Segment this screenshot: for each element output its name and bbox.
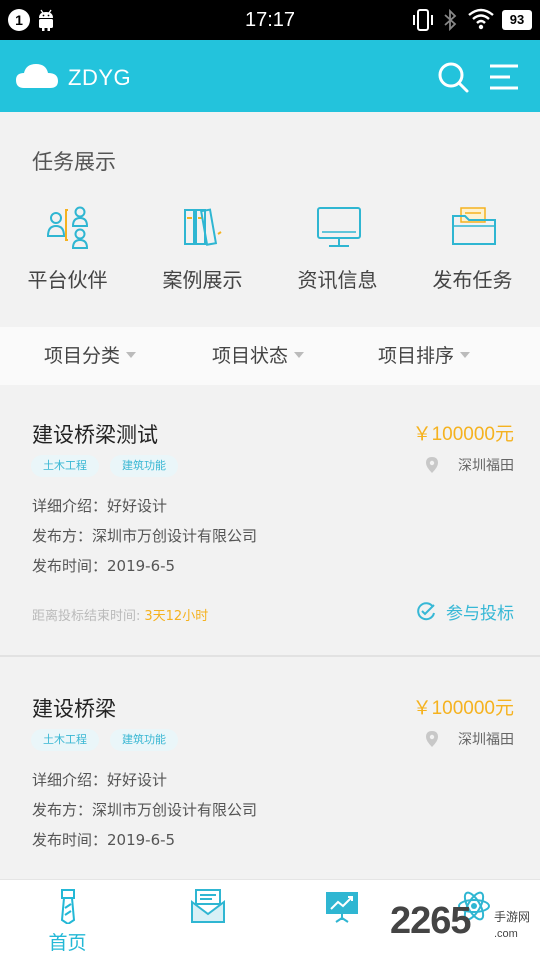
quick-item-partners[interactable]: 平台伙伴 (0, 204, 135, 294)
tab-home[interactable]: 首页 (0, 880, 135, 960)
status-time: 17:17 (244, 9, 296, 31)
project-location: 深圳福田 (458, 458, 514, 474)
watermark-text: 手游网 (494, 910, 531, 924)
cloud-logo-icon (16, 64, 58, 88)
project-location: 深圳福田 (458, 732, 514, 748)
filter-label: 项目排序 (377, 345, 454, 367)
location-pin-icon (426, 731, 438, 747)
presentation-chart-icon (326, 892, 358, 923)
project-publish-time: 发布时间：2019-6-5 (32, 831, 176, 849)
project-title: 建设桥梁 (32, 697, 116, 721)
project-title: 建设桥梁测试 (32, 423, 158, 447)
task-section: 任务展示 平台伙伴 案例展示 资讯信息 发布任务 (0, 112, 540, 327)
quick-item-label: 发布任务 (432, 268, 513, 292)
project-detail: 详细介绍：好好设计 (32, 771, 168, 789)
site-watermark: 2265 手游网 .com (390, 900, 540, 954)
project-price: ￥100000元 (412, 698, 514, 719)
watermark-number: 2265 (390, 900, 472, 942)
quick-item-cases[interactable]: 案例展示 (135, 204, 270, 294)
location-pin-icon (426, 457, 438, 473)
deadline-remaining: 3天12小时 (144, 609, 209, 624)
app-header: ZDYG (0, 40, 540, 112)
join-bid-button[interactable]: 参与投标 (446, 599, 514, 624)
caret-down-icon (460, 351, 470, 358)
quick-item-publish[interactable]: 发布任务 (405, 204, 540, 294)
bid-check-icon[interactable] (416, 601, 436, 621)
quick-item-news[interactable]: 资讯信息 (270, 204, 405, 294)
watermark-domain: .com (494, 928, 518, 940)
folder-icon (452, 207, 496, 245)
project-tag: 建筑功能 (110, 455, 178, 477)
mail-icon (191, 889, 225, 923)
partners-icon (46, 206, 89, 249)
filter-status[interactable]: 项目状态 (168, 327, 348, 385)
filter-category[interactable]: 项目分类 (0, 327, 180, 385)
books-icon (184, 208, 222, 246)
project-publish-time: 发布时间：2019-6-5 (32, 557, 176, 575)
project-tag: 土木工程 (31, 729, 99, 751)
project-card[interactable]: 建设桥梁 ￥100000元 土木工程 建筑功能 深圳福田 详细介绍：好好设计 发… (0, 659, 540, 879)
search-icon[interactable] (436, 60, 470, 94)
home-tie-icon (60, 889, 76, 924)
status-bar: 1 17:17 93 (0, 0, 540, 40)
battery-icon: 93 (502, 10, 532, 30)
project-detail: 详细介绍：好好设计 (32, 497, 168, 515)
caret-down-icon (294, 351, 304, 358)
caret-down-icon (126, 351, 136, 358)
tab-label: 首页 (48, 932, 87, 954)
project-publisher: 发布方：深圳市万创设计有限公司 (32, 801, 258, 819)
quick-item-label: 案例展示 (162, 268, 243, 292)
project-tag: 建筑功能 (110, 729, 178, 751)
menu-icon[interactable] (486, 62, 520, 92)
project-card[interactable]: 建设桥梁测试 ￥100000元 土木工程 建筑功能 深圳福田 详细介绍：好好设计… (0, 385, 540, 657)
filter-bar: 项目分类 项目状态 项目排序 (0, 327, 540, 385)
deadline-label: 距离投标结束时间: (32, 609, 141, 624)
vibrate-icon (413, 9, 433, 31)
wifi-icon (468, 8, 494, 30)
tab-messages[interactable] (140, 880, 275, 960)
project-publisher: 发布方：深圳市万创设计有限公司 (32, 527, 258, 545)
app-name: ZDYG (68, 65, 132, 90)
filter-label: 项目分类 (43, 345, 120, 367)
monitor-icon (317, 207, 361, 247)
tab-stats[interactable] (274, 880, 409, 960)
section-title: 任务展示 (32, 150, 116, 174)
project-tag: 土木工程 (31, 455, 99, 477)
filter-label: 项目状态 (211, 345, 288, 367)
filter-sort[interactable]: 项目排序 (334, 327, 514, 385)
quick-item-label: 平台伙伴 (27, 268, 108, 292)
project-price: ￥100000元 (412, 424, 514, 445)
bluetooth-icon (444, 8, 457, 32)
deadline-info: 距离投标结束时间: 3天12小时 (32, 605, 208, 624)
quick-item-label: 资讯信息 (297, 268, 378, 292)
